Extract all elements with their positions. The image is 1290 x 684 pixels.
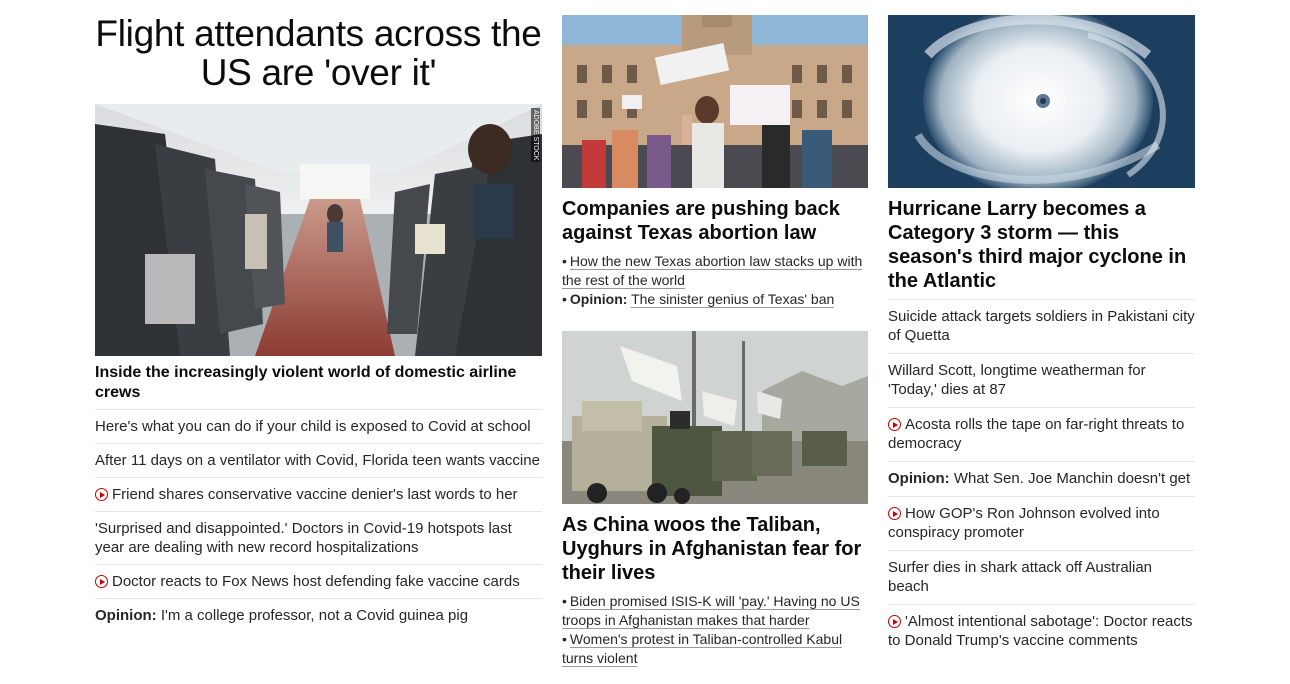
list-item[interactable]: Surfer dies in shark attack off Australi…	[888, 551, 1195, 605]
taliban-convoy-image[interactable]	[562, 331, 868, 504]
list-item[interactable]: Opinion: What Sen. Joe Manchin doesn't g…	[888, 462, 1195, 497]
related-link[interactable]: • How the new Texas abortion law stacks u…	[562, 252, 868, 290]
play-video-icon	[888, 615, 901, 628]
middle-column: Companies are pushing back against Texas…	[562, 0, 868, 668]
left-column: Flight attendants across the US are 'ove…	[95, 0, 542, 632]
taliban-uyghurs-headline[interactable]: As China woos the Taliban, Uyghurs in Af…	[562, 513, 868, 585]
list-item[interactable]: Here's what you can do if your child is …	[95, 410, 542, 444]
texas-protest-image[interactable]	[562, 15, 868, 188]
list-item[interactable]: 'Almost intentional sabotage': Doctor re…	[888, 605, 1195, 658]
hurricane-headline[interactable]: Hurricane Larry becomes a Category 3 sto…	[888, 197, 1195, 300]
opinion-label: Opinion:	[95, 607, 157, 624]
main-headline[interactable]: Flight attendants across the US are 'ove…	[95, 14, 542, 92]
play-video-icon	[888, 507, 901, 520]
list-item[interactable]: Acosta rolls the tape on far-right threa…	[888, 408, 1195, 462]
list-item[interactable]: After 11 days on a ventilator with Covid…	[95, 444, 542, 478]
airplane-cabin-image[interactable]: ADOBE STOCK	[95, 104, 542, 356]
texas-abortion-headline[interactable]: Companies are pushing back against Texas…	[562, 197, 868, 245]
hurricane-satellite-image[interactable]	[888, 15, 1195, 188]
play-video-icon	[95, 488, 108, 501]
play-video-icon	[95, 575, 108, 588]
related-link[interactable]: • Women's protest in Taliban-controlled K…	[562, 630, 868, 668]
related-link[interactable]: • Biden promised ISIS-K will 'pay.' Havin…	[562, 592, 868, 630]
list-item[interactable]: Opinion: I'm a college professor, not a …	[95, 599, 542, 632]
list-item[interactable]: Doctor reacts to Fox News host defending…	[95, 565, 542, 599]
list-item[interactable]: How GOP's Ron Johnson evolved into consp…	[888, 497, 1195, 551]
list-item[interactable]: 'Surprised and disappointed.' Doctors in…	[95, 512, 542, 565]
list-item[interactable]: Friend shares conservative vaccine denie…	[95, 478, 542, 512]
image-credit: ADOBE STOCK	[531, 108, 540, 163]
list-item[interactable]: Willard Scott, longtime weatherman for '…	[888, 354, 1195, 408]
left-story-list: Here's what you can do if your child is …	[95, 410, 542, 632]
right-story-list: Suicide attack targets soldiers in Pakis…	[888, 300, 1195, 658]
related-link[interactable]: • Opinion: The sinister genius of Texas' …	[562, 290, 868, 309]
lead-story-link[interactable]: Inside the increasingly violent world of…	[95, 363, 542, 410]
opinion-label: Opinion:	[569, 291, 628, 307]
play-video-icon	[888, 418, 901, 431]
right-column: Hurricane Larry becomes a Category 3 sto…	[888, 0, 1195, 658]
list-item[interactable]: Suicide attack targets soldiers in Pakis…	[888, 300, 1195, 354]
opinion-label: Opinion:	[888, 470, 950, 487]
